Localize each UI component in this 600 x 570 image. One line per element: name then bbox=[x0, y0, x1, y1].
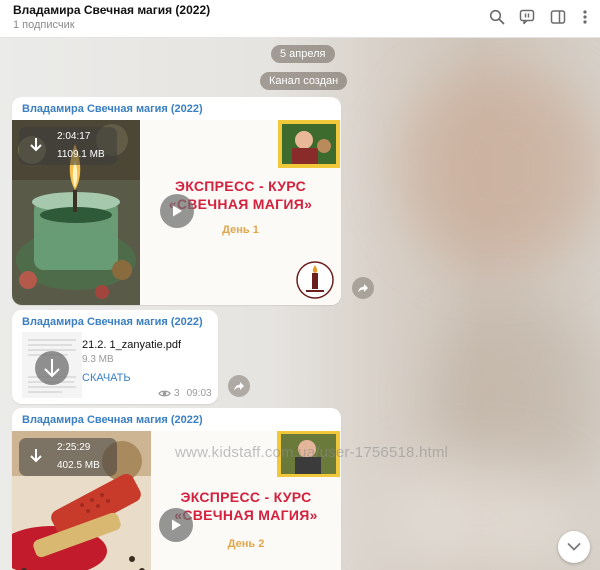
download-link[interactable]: СКАЧАТЬ bbox=[82, 372, 131, 384]
background-blur bbox=[400, 68, 600, 268]
message-time: 09:03 bbox=[186, 387, 212, 399]
video-message[interactable]: Владамира Свечная магия (2022) ЭКСПРЕСС … bbox=[12, 408, 341, 570]
message-meta: 3 09:03 bbox=[158, 387, 212, 399]
channel-title[interactable]: Владамира Свечная магия (2022) bbox=[13, 3, 210, 17]
search-icon[interactable] bbox=[488, 8, 506, 26]
download-badge[interactable]: 2:04:17 1109.1 MB bbox=[19, 127, 117, 165]
pdf-thumbnail[interactable] bbox=[22, 332, 82, 398]
views-eye-icon bbox=[158, 390, 171, 396]
watermark: www.kidstaff.com.ua/user-1756518.html bbox=[175, 444, 449, 461]
forward-button[interactable] bbox=[228, 375, 250, 397]
file-name: 21.2. 1_zanyatie.pdf bbox=[82, 339, 182, 351]
more-vertical-icon[interactable] bbox=[576, 8, 594, 26]
views-count: 3 bbox=[174, 387, 180, 399]
live-stream-icon[interactable] bbox=[518, 8, 536, 26]
download-badge[interactable]: 2:25:29 402.5 MB bbox=[19, 438, 117, 476]
download-arrow-icon bbox=[30, 449, 42, 463]
video-message[interactable]: Владамира Свечная магия (2022) ЭКСПРЕСС … bbox=[12, 97, 341, 305]
message-author[interactable]: Владамира Свечная магия (2022) bbox=[22, 414, 203, 426]
subscriber-count: 1 подписчик bbox=[13, 19, 75, 31]
file-message[interactable]: Владамира Свечная магия (2022) 21.2. 1_z… bbox=[12, 310, 218, 404]
download-arrow-icon bbox=[30, 138, 42, 152]
logo-seal bbox=[296, 261, 334, 299]
chat-background: 5 апреля Канал создан Владамира Свечная … bbox=[0, 38, 600, 570]
message-author[interactable]: Владамира Свечная магия (2022) bbox=[22, 316, 203, 328]
message-author[interactable]: Владамира Свечная магия (2022) bbox=[22, 103, 203, 115]
file-size: 9.3 MB bbox=[82, 354, 114, 365]
video-duration: 2:04:17 bbox=[57, 131, 91, 142]
play-icon bbox=[173, 205, 182, 217]
presenter-thumbnail bbox=[278, 120, 340, 168]
play-icon bbox=[172, 519, 181, 531]
video-preview[interactable]: ЭКСПРЕСС - КУРС «СВЕЧНАЯ МАГИЯ» День 1 2… bbox=[12, 120, 341, 305]
background-blur bbox=[380, 458, 580, 570]
service-message-channel-created: Канал создан bbox=[260, 72, 348, 90]
chevron-down-icon bbox=[567, 543, 581, 551]
forward-icon bbox=[234, 382, 244, 391]
date-separator: 5 апреля bbox=[271, 45, 335, 63]
forward-button[interactable] bbox=[352, 277, 374, 299]
video-size: 402.5 MB bbox=[57, 460, 100, 471]
scroll-to-bottom-button[interactable] bbox=[558, 531, 590, 563]
play-button[interactable] bbox=[160, 194, 194, 228]
play-button[interactable] bbox=[159, 508, 193, 542]
video-size: 1109.1 MB bbox=[57, 149, 105, 160]
video-duration: 2:25:29 bbox=[57, 442, 91, 453]
forward-icon bbox=[358, 284, 368, 293]
chat-header: Владамира Свечная магия (2022) 1 подписч… bbox=[0, 0, 600, 38]
sidebar-toggle-icon[interactable] bbox=[549, 8, 567, 26]
